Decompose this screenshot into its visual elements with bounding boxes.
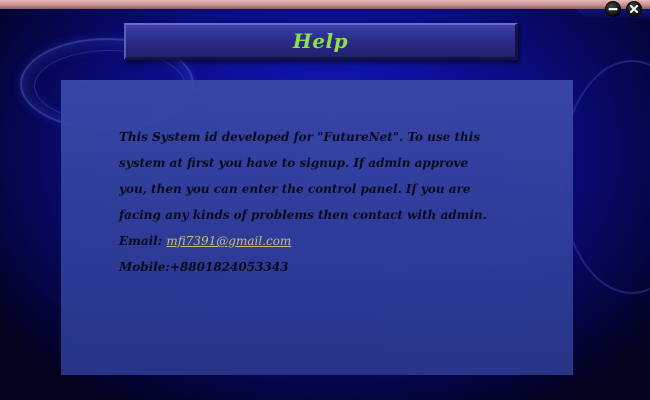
email-label: Email: [119,234,163,248]
window-top-bar [0,0,650,9]
help-window: Help This System id developed for "Futur… [0,0,650,400]
mobile-value: +8801824053343 [169,260,289,274]
email-link[interactable]: mfi7391@gmail.com [166,234,291,248]
help-line: system at first you have to signup. If a… [119,156,469,170]
mobile-label: Mobile: [119,260,170,274]
help-text: This System id developed for "FutureNet"… [119,124,519,280]
title-bar: Help [124,23,518,60]
close-icon [629,4,639,14]
help-line: you, then you can enter the control pane… [119,182,471,196]
minimize-icon [608,8,618,11]
close-button[interactable] [626,1,642,17]
mobile-row: Mobile:+8801824053343 [119,254,519,280]
help-line: facing any kinds of problems then contac… [119,208,487,222]
email-row: Email: mfi7391@gmail.com [119,228,519,254]
help-line: This System id developed for "FutureNet"… [119,130,481,144]
decorative-swirl-right [560,60,650,294]
window-title: Help [292,29,349,53]
help-content-panel: This System id developed for "FutureNet"… [61,80,573,375]
minimize-button[interactable] [605,1,621,17]
